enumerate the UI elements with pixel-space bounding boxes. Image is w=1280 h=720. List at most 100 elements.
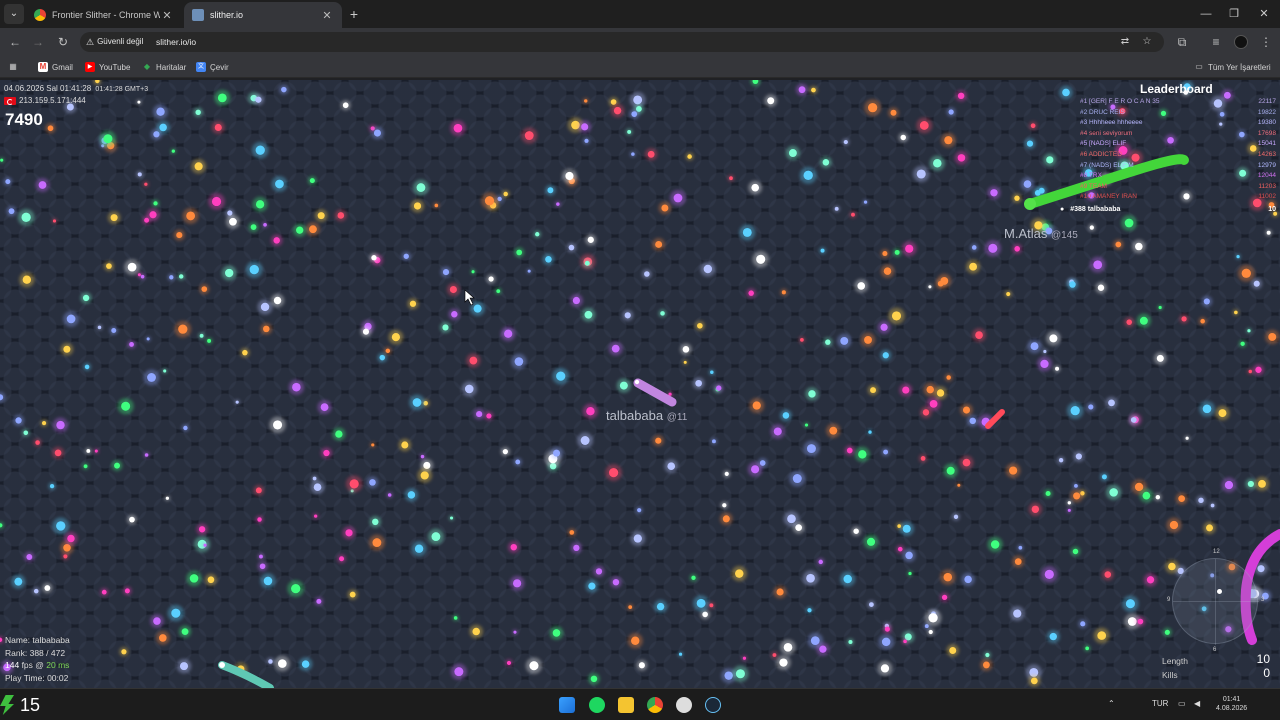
tab-frontier-slither[interactable]: Frontier Slither - Chrome Web I ✕ [26, 2, 182, 28]
leaderboard-name: #6 ADDICTED [1080, 151, 1122, 158]
enemy-snake-red [985, 409, 1005, 429]
length-kills-values: 10 0 [1242, 652, 1270, 680]
back-icon[interactable]: ← [7, 34, 23, 50]
tab-strip: ⌄ Frontier Slither - Chrome Web I ✕ slit… [0, 0, 1280, 28]
leaderboard-name: #7 (NADS) ELIF'M [1080, 161, 1134, 169]
leaderboard-score: 19822 [1257, 108, 1276, 116]
leaderboard-score: 11203 [1258, 182, 1276, 190]
network-icon[interactable]: ▭ [1178, 699, 1186, 708]
fps-label: fps @ [21, 660, 44, 671]
language-indicator[interactable]: TUR [1152, 699, 1168, 708]
bookmark-star-icon[interactable]: ☆ [1140, 35, 1154, 49]
length-label: Length [1162, 656, 1188, 666]
leaderboard-name: #4 seni seviyorum [1080, 129, 1133, 137]
bookmark-label: YouTube [99, 62, 131, 72]
tab-search-button[interactable]: ⌄ [4, 4, 24, 24]
my-rank-row: ● #388 talbababa 10 [1060, 206, 1276, 216]
volume-icon[interactable]: ◀ [1194, 699, 1200, 708]
security-label: Güvenli değil [97, 37, 144, 46]
taskbar: 15 ⌃ TUR ▭ ◀ 01:41 4.08.2026 [0, 688, 1280, 720]
tray-chevron-icon[interactable]: ⌃ [1108, 699, 1115, 708]
windows-start-icon[interactable] [559, 697, 575, 713]
kills-label: Kills [1162, 670, 1178, 680]
mouse-cursor-icon [464, 289, 475, 306]
security-chip[interactable]: ⚠ Güvenli değil [86, 35, 143, 49]
leaderboard-score: 22117 [1258, 98, 1276, 105]
leaderboard-score: 12979 [1257, 161, 1276, 169]
leaderboard-row: #9 TEAM 11203 [1080, 183, 1276, 193]
address-bar[interactable]: ⚠ Güvenli değil slither.io/io ⇄ ☆ [80, 32, 1164, 52]
extensions-icon[interactable]: ⧉ [1174, 34, 1190, 50]
close-tab-icon[interactable]: ✕ [320, 9, 334, 22]
steam-icon[interactable] [705, 697, 721, 713]
new-tab-button[interactable]: + [346, 6, 362, 22]
player-name: M.Atlas [1004, 226, 1048, 241]
reload-icon[interactable]: ↻ [55, 34, 71, 50]
bookmark-maps[interactable]: ◆ Haritalar [142, 60, 186, 74]
spotify-icon[interactable] [589, 697, 605, 713]
name-label: Name: [5, 635, 31, 645]
bookmark-label: Tüm Yer İşaretleri [1208, 62, 1271, 72]
leaderboard-name: #2 DRUC REIS [1080, 108, 1125, 116]
length-value: 10 [1256, 652, 1270, 666]
enemy-snake-teal [218, 661, 274, 688]
media-icon[interactable]: ≡ [1208, 34, 1224, 50]
gmail-icon: M [38, 62, 48, 72]
all-bookmarks[interactable]: ▭ Tüm Yer İşaretleri [1194, 60, 1271, 74]
chrome-icon[interactable] [647, 697, 663, 713]
close-window-button[interactable]: ✕ [1254, 6, 1274, 22]
maps-pin-icon: ◆ [143, 62, 151, 71]
counter-value: 15 [20, 694, 41, 715]
leaderboard-name: #9 TEAM [1080, 182, 1107, 190]
file-explorer-icon[interactable] [618, 697, 634, 713]
leaderboard-score: 17698 [1257, 129, 1276, 137]
forward-icon[interactable]: → [30, 34, 46, 50]
kills-value: 0 [1263, 666, 1270, 680]
tab-title: slither.io [210, 10, 244, 20]
datetime: 04.06.2026 Sal 01:41:28 [4, 84, 92, 93]
fps-value: 144 [5, 660, 20, 671]
translate-icon: 文 [196, 62, 206, 72]
clock[interactable]: 01:41 4.08.2026 [1216, 695, 1247, 713]
navigation-bar: ← → ↻ ⚠ Güvenli değil slither.io/io ⇄ ☆ … [0, 28, 1280, 56]
rank-label: Rank: [5, 647, 28, 658]
maximize-button[interactable]: ❐ [1224, 6, 1244, 22]
leaderboard-row: #7 (NADS) ELIF'M 12979 [1080, 162, 1276, 172]
bookmark-youtube[interactable]: ▶ YouTube [85, 60, 130, 74]
my-rank-dot-icon: ● [1060, 206, 1065, 213]
menu-icon[interactable]: ⋮ [1258, 34, 1274, 50]
leaderboard-title: Leaderboard [1140, 82, 1213, 96]
folder-icon: ▭ [1195, 62, 1203, 71]
leaderboard-row: #10 AMANEY IRAN 11002 [1080, 193, 1276, 203]
bookmark-translate[interactable]: 文 Çevir [196, 60, 229, 74]
translate-icon[interactable]: ⇄ [1118, 35, 1132, 49]
fps-counter-widget[interactable]: 15 [0, 693, 40, 717]
youtube-icon: ▶ [85, 62, 95, 72]
player-stats: Name: talbababa Rank: 388 / 472 144 fps … [5, 634, 70, 685]
minimize-button[interactable]: — [1196, 6, 1216, 22]
player-score: @145 [1050, 230, 1078, 241]
server-readout: 213.159.5.171:444 [4, 96, 86, 105]
url-text[interactable]: slither.io/io [156, 35, 196, 49]
self-snake [633, 378, 677, 407]
my-rank-name: #388 talbababa [1070, 206, 1121, 213]
apps-icon[interactable]: ▦ [8, 60, 22, 74]
tab-slither-io[interactable]: slither.io ✕ [184, 2, 342, 28]
close-tab-icon[interactable]: ✕ [160, 9, 174, 22]
profile-avatar[interactable] [1234, 35, 1248, 49]
bookmark-gmail[interactable]: M Gmail [38, 60, 73, 74]
leaderboard-score: 11002 [1258, 193, 1276, 201]
game-canvas[interactable]: 04.06.2026 Sal 01:41:28 01:41:28 GMT+3 2… [0, 80, 1280, 688]
name-value: talbababa [32, 635, 70, 645]
self-snake-eye [634, 379, 640, 385]
obs-icon[interactable] [676, 697, 692, 713]
playtime-label: Play Time: [5, 673, 45, 684]
leaderboard-row: #6 ADDICTED 14263 [1080, 151, 1276, 161]
warning-icon: ⚠ [86, 37, 95, 47]
enemy-snake-head [219, 662, 225, 668]
clock-date: 4.08.2026 [1216, 705, 1248, 712]
playtime-value: 00:02 [47, 673, 69, 684]
leaderboard-name: #5 [NADS] ELIF [1080, 140, 1127, 148]
clock-time: 01:41 [1222, 696, 1241, 703]
leaderboard-row: #5 [NADS] ELIF 15041 [1080, 140, 1276, 150]
